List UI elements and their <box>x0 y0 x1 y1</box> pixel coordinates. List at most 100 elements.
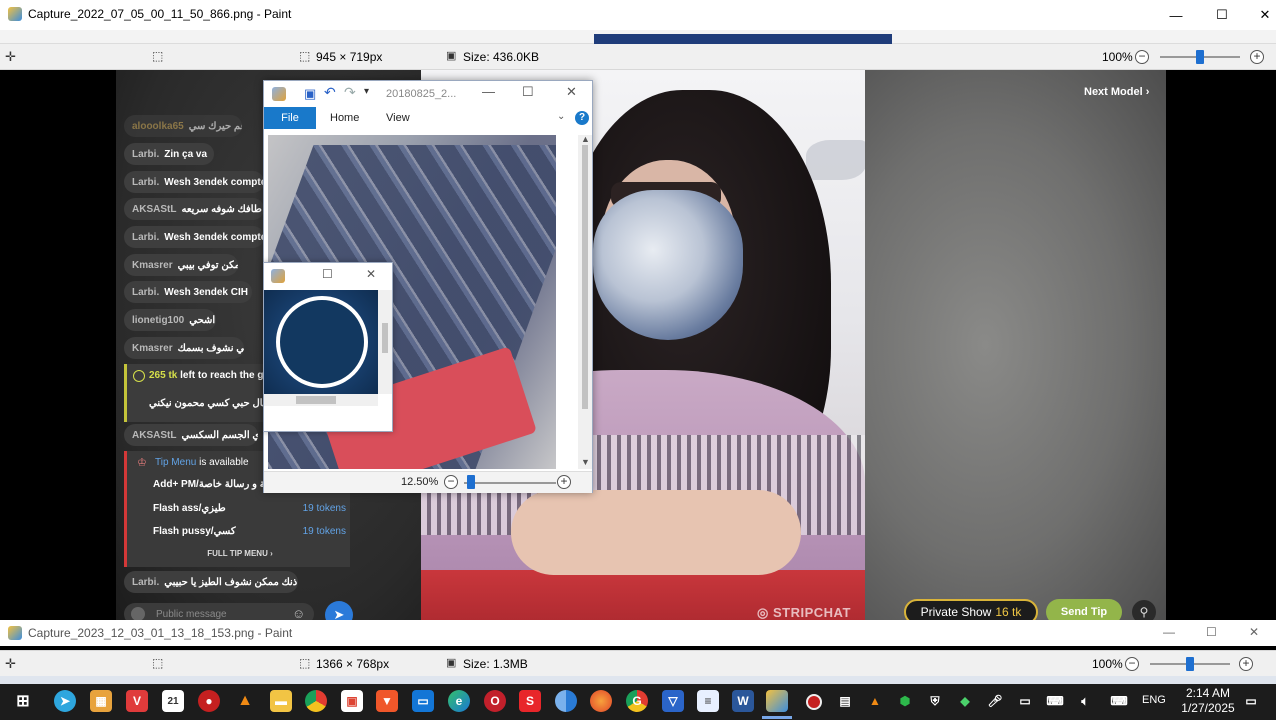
chrome-g-icon[interactable]: G <box>626 690 648 712</box>
tray-monitor-icon[interactable]: ▭ <box>1014 690 1036 712</box>
tray-keyboard-icon[interactable]: ⌨ <box>1108 690 1130 712</box>
vpn-icon[interactable]: ▽ <box>662 690 684 712</box>
brave-icon[interactable]: ▼ <box>376 690 398 712</box>
stream-watermark: ◎ STRIPCHAT <box>757 605 851 620</box>
tray-app-icon[interactable]: ◆ <box>954 690 976 712</box>
paint-taskbar-icon[interactable] <box>766 690 788 712</box>
paint2-minimize-button[interactable]: — <box>1163 625 1175 639</box>
scroll-up-icon[interactable]: ▲ <box>581 134 590 144</box>
opera-icon[interactable]: O <box>484 690 506 712</box>
tip-menu-link[interactable]: Tip Menu <box>155 457 196 468</box>
tray-network-icon[interactable]: ▤ <box>834 690 856 712</box>
photos-icon[interactable]: ▣ <box>341 690 363 712</box>
paint2-icon <box>8 626 22 640</box>
chat-message: alooolka65 غم حيرك سي <box>124 115 242 137</box>
chat-message: AKSAStLشوف طافك شوفه سريعه <box>124 198 264 220</box>
firefox-icon[interactable] <box>590 690 612 712</box>
photo-titlebar: ▣ ↶ ↷ ▾ 20180825_2... — ☐ ✕ <box>264 81 592 107</box>
paint2-zoom-out-button[interactable]: − <box>1125 657 1139 671</box>
maximize-button[interactable]: ☐ <box>1199 0 1245 30</box>
selection-size-icon: ⬚ <box>152 49 164 63</box>
window-title: Capture_2022_07_05_00_11_50_866.png - Pa… <box>28 7 292 21</box>
emoji-icon[interactable]: ☺ <box>292 606 305 621</box>
chat-avatar-icon <box>131 607 145 621</box>
help-icon[interactable]: ? <box>575 111 589 125</box>
file-explorer-icon[interactable]: ▬ <box>270 690 292 712</box>
photo-scroll-thumb[interactable] <box>582 145 588 409</box>
chrome-canary-icon[interactable] <box>555 690 577 712</box>
tray-vlc-icon[interactable]: ▲ <box>864 690 886 712</box>
photo-zoom-level: 12.50% <box>401 476 439 488</box>
paint2-cursor-icon: ✛ <box>5 656 16 671</box>
undo-icon[interactable]: ↶ <box>324 84 336 101</box>
tray-mic-icon[interactable]: 🎤︎ <box>984 690 1006 712</box>
ribbon-collapse-icon[interactable]: ⌄ <box>557 111 565 122</box>
paint2-zoom-in-button[interactable]: + <box>1239 657 1253 671</box>
zoom-level: 100% <box>1102 50 1133 64</box>
photo-window-title: 20180825_2... <box>386 88 457 100</box>
full-tip-menu-link[interactable]: FULL TIP MENU › <box>127 549 353 558</box>
edge-icon[interactable]: e <box>448 690 470 712</box>
save-icon[interactable]: ▣ <box>304 86 316 102</box>
telegram-icon[interactable]: ➤ <box>54 690 76 712</box>
paint2-maximize-button[interactable]: ☐ <box>1206 625 1217 639</box>
goal-icon <box>133 370 145 382</box>
close-button[interactable]: ✕ <box>1242 0 1276 30</box>
notepad-icon[interactable]: ≡ <box>697 690 719 712</box>
face-mask <box>593 190 743 340</box>
room-blur-right <box>864 70 1166 620</box>
minimize-button[interactable]: — <box>1153 0 1199 30</box>
photo-zoom-in-button[interactable]: + <box>557 475 571 489</box>
dropdown-icon[interactable]: ▾ <box>364 86 369 97</box>
photo-maximize-button[interactable]: ☐ <box>522 84 534 100</box>
word-icon[interactable]: W <box>732 690 754 712</box>
tray-ime-icon[interactable]: ⌨ <box>1044 690 1066 712</box>
notification-icon[interactable]: ▭ <box>1240 690 1262 712</box>
record-icon[interactable]: ● <box>198 690 220 712</box>
tab-file[interactable]: File <box>264 107 316 129</box>
app-icon[interactable]: S <box>519 690 541 712</box>
chrome-icon[interactable] <box>305 690 327 712</box>
photo-close-button[interactable]: ✕ <box>566 84 577 100</box>
calendar-icon[interactable]: 21 <box>162 690 184 712</box>
language-indicator[interactable]: ENG <box>1142 694 1166 706</box>
zoom-slider-thumb[interactable] <box>1196 50 1204 64</box>
outlook-icon[interactable]: ▭ <box>412 690 434 712</box>
zoom-in-button[interactable]: + <box>1250 50 1264 64</box>
image-size-icon: ⬚ <box>299 49 311 63</box>
vlc-icon[interactable]: ▲ <box>234 690 256 712</box>
photo-zoom-slider[interactable] <box>464 482 556 484</box>
paint-statusbar: ✛ ⬚ ⬚ 945 × 719px ▣ Size: 436.0KB 100% −… <box>0 44 1276 70</box>
next-model-link[interactable]: Next Model › <box>1084 86 1149 98</box>
photo-zoom-out-button[interactable]: − <box>444 475 458 489</box>
background-tab-strip <box>594 34 892 44</box>
store-icon[interactable]: ▦ <box>90 690 112 712</box>
system-clock[interactable]: 2:14 AM 1/27/2025 <box>1176 686 1240 716</box>
tab-view[interactable]: View <box>386 112 410 124</box>
tray-volume-icon[interactable]: 🔈︎ <box>1074 690 1096 712</box>
paint2-close-button[interactable]: ✕ <box>1249 625 1259 639</box>
small-maximize-button[interactable]: ☐ <box>322 267 333 281</box>
zoom-out-button[interactable]: − <box>1135 50 1149 64</box>
photo-app-icon <box>272 87 286 101</box>
small-scroll-thumb[interactable] <box>382 323 388 353</box>
tray-record-icon[interactable] <box>806 694 822 710</box>
tab-home[interactable]: Home <box>330 112 359 124</box>
start-icon[interactable]: ⊞ <box>12 690 34 712</box>
photo-minimize-button[interactable]: — <box>482 84 495 99</box>
redo-icon[interactable]: ↷ <box>344 84 356 101</box>
paint2-zoom-thumb[interactable] <box>1186 657 1194 671</box>
scroll-down-icon[interactable]: ▼ <box>581 457 590 467</box>
tip-menu-price: 19 tokens <box>302 526 346 537</box>
tray-shield-icon[interactable]: ⬢ <box>894 690 916 712</box>
tray-security-icon[interactable]: ⛨ <box>924 690 946 712</box>
photo-statusbar: 12.50% − + <box>264 471 592 493</box>
small-hscroll-thumb[interactable] <box>296 396 336 404</box>
paint2-file-size: Size: 1.3MB <box>463 657 528 671</box>
small-close-button[interactable]: ✕ <box>366 267 376 281</box>
vivaldi-icon[interactable]: V <box>126 690 148 712</box>
tip-menu-item[interactable]: Flash pussy/كسي <box>153 526 236 537</box>
photo-zoom-thumb[interactable] <box>467 475 475 489</box>
tip-menu-item[interactable]: Flash ass/طيزي <box>153 503 226 514</box>
tip-menu-price: 19 tokens <box>302 503 346 514</box>
